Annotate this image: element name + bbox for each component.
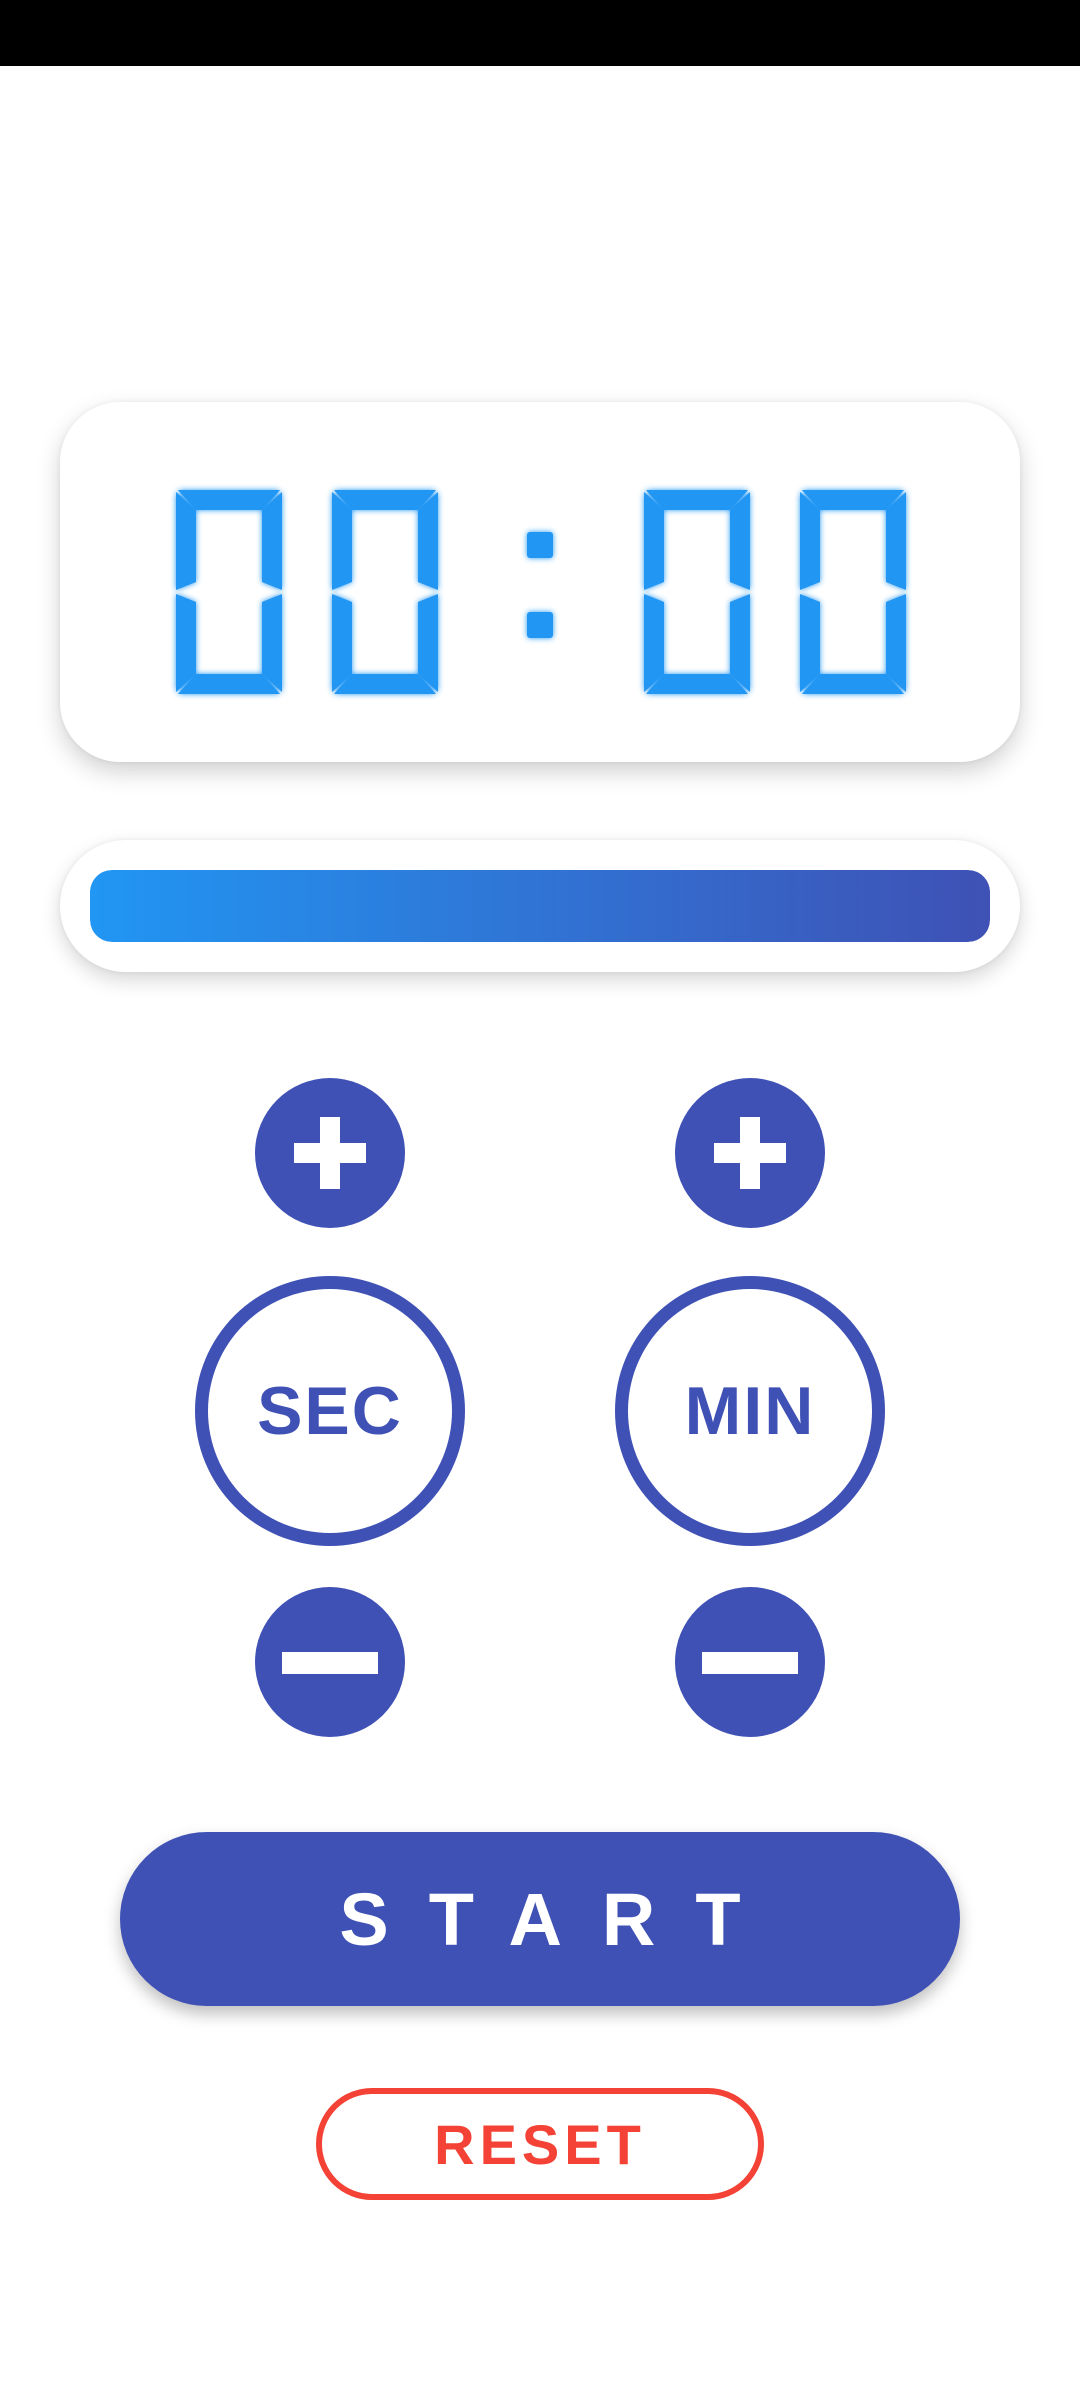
time-display: [60, 402, 1020, 762]
reset-label: RESET: [434, 2112, 646, 2176]
minus-icon: [282, 1652, 378, 1674]
segment-e: [800, 594, 820, 692]
colon-dot: [527, 532, 553, 558]
minutes-tens-digit: [176, 490, 282, 694]
plus-icon: [294, 1117, 366, 1189]
progress-bar: [60, 840, 1020, 972]
segment-c: [730, 594, 750, 692]
segment-d: [646, 674, 748, 694]
plus-icon: [714, 1117, 786, 1189]
colon-separator: [527, 532, 553, 638]
segment-f: [644, 492, 664, 590]
seconds-label: SEC: [257, 1373, 403, 1449]
colon-dot: [527, 612, 553, 638]
segment-d: [802, 674, 904, 694]
segment-c: [418, 594, 438, 692]
start-button[interactable]: START: [120, 1832, 960, 2006]
segment-b: [886, 492, 906, 590]
segment-a: [334, 490, 436, 510]
timer-screen: SEC MIN START RESET: [0, 0, 1080, 2408]
start-label: START: [339, 1877, 781, 1961]
minutes-unit-button[interactable]: MIN: [615, 1276, 885, 1546]
segment-a: [178, 490, 280, 510]
progress-track: [90, 870, 990, 942]
segment-b: [262, 492, 282, 590]
segment-d: [178, 674, 280, 694]
segment-f: [176, 492, 196, 590]
segment-e: [644, 594, 664, 692]
segment-e: [176, 594, 196, 692]
minus-icon: [702, 1652, 798, 1674]
progress-fill: [90, 870, 990, 942]
segment-c: [886, 594, 906, 692]
seven-segment-display: [176, 490, 906, 694]
segment-f: [332, 492, 352, 590]
segment-b: [418, 492, 438, 590]
reset-button[interactable]: RESET: [316, 2088, 764, 2200]
seconds-increment-button[interactable]: [255, 1078, 405, 1228]
minutes-increment-button[interactable]: [675, 1078, 825, 1228]
segment-b: [730, 492, 750, 590]
seconds-decrement-button[interactable]: [255, 1587, 405, 1737]
segment-e: [332, 594, 352, 692]
minutes-decrement-button[interactable]: [675, 1587, 825, 1737]
minutes-ones-digit: [332, 490, 438, 694]
segment-a: [802, 490, 904, 510]
seconds-tens-digit: [644, 490, 750, 694]
segment-d: [334, 674, 436, 694]
seconds-unit-button[interactable]: SEC: [195, 1276, 465, 1546]
status-bar: [0, 0, 1080, 66]
segment-a: [646, 490, 748, 510]
segment-c: [262, 594, 282, 692]
minutes-label: MIN: [684, 1373, 816, 1449]
segment-f: [800, 492, 820, 590]
seconds-ones-digit: [800, 490, 906, 694]
